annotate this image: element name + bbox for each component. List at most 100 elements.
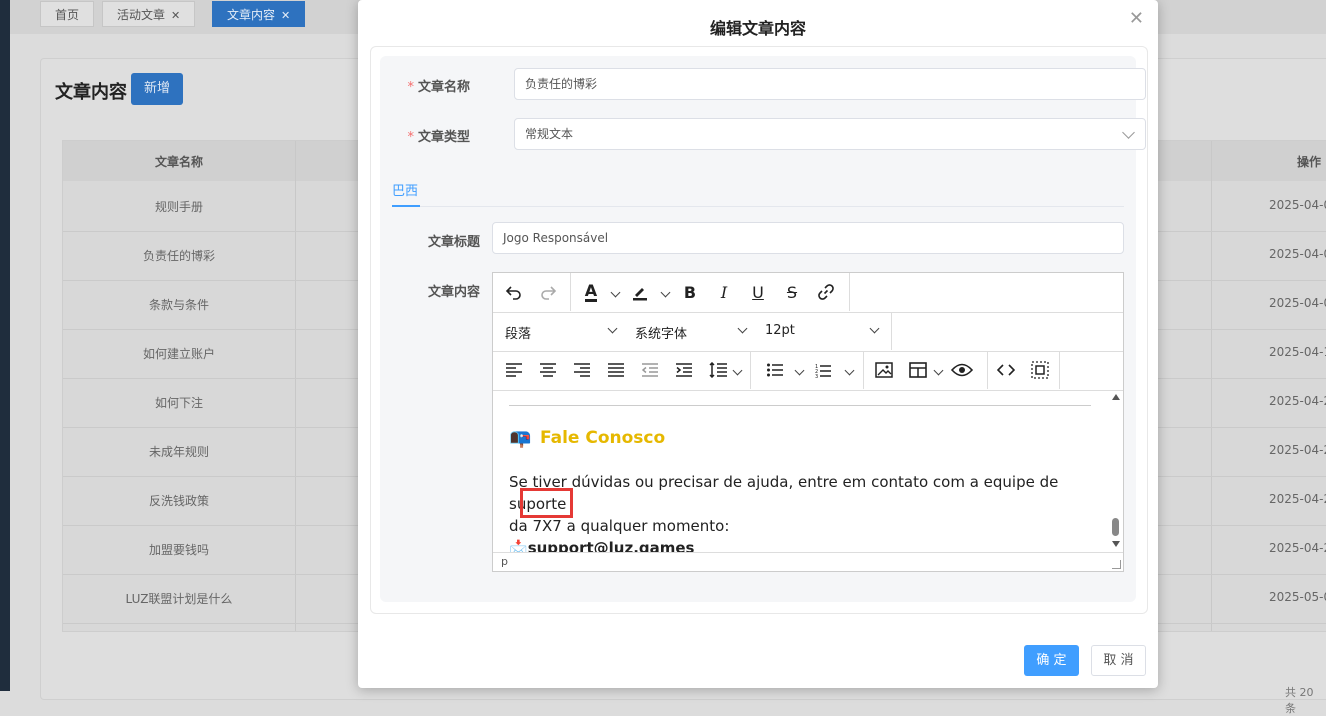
bullet-list-icon[interactable] bbox=[762, 358, 788, 382]
close-icon[interactable]: ✕ bbox=[281, 9, 290, 22]
article-name-label: * 文章名称 bbox=[380, 76, 470, 95]
horizontal-rule bbox=[509, 405, 1091, 406]
italic-icon[interactable]: I bbox=[711, 280, 737, 304]
align-justify-icon[interactable] bbox=[603, 358, 629, 382]
chevron-down-icon[interactable] bbox=[610, 287, 621, 298]
chevron-down-icon[interactable] bbox=[869, 323, 880, 334]
scroll-down-icon[interactable] bbox=[1112, 541, 1120, 547]
indent-icon[interactable] bbox=[671, 358, 697, 382]
resize-handle[interactable] bbox=[1112, 560, 1121, 569]
close-icon[interactable]: ✕ bbox=[1129, 8, 1144, 29]
font-family-select[interactable]: 系统字体 bbox=[635, 323, 687, 342]
insert-group bbox=[863, 351, 988, 389]
paragraph-line: da 7X7 a qualquer momento: bbox=[509, 517, 730, 535]
envelope-icon: 📩 bbox=[509, 539, 528, 553]
cell-name: 加盟要钱吗 bbox=[148, 543, 209, 557]
add-button[interactable]: 新增 bbox=[131, 73, 183, 105]
image-icon[interactable] bbox=[871, 358, 897, 382]
cell-name: 如何下注 bbox=[154, 396, 203, 410]
source-code-icon[interactable] bbox=[993, 358, 1019, 382]
cell-date: 2025-04-02 bbox=[1269, 247, 1326, 261]
preview-eye-icon[interactable] bbox=[949, 358, 975, 382]
chevron-down-icon[interactable] bbox=[933, 365, 944, 376]
article-title-input[interactable]: Jogo Responsável bbox=[492, 222, 1124, 254]
chevron-down-icon bbox=[1122, 126, 1135, 139]
highlight-color-icon[interactable] bbox=[627, 280, 653, 304]
cell-date: 2025-04-20 bbox=[1269, 443, 1326, 457]
support-email: support@luz.games bbox=[527, 539, 695, 553]
cancel-button[interactable]: 取 消 bbox=[1091, 645, 1146, 676]
undo-icon[interactable] bbox=[501, 280, 527, 304]
required-mark: * bbox=[407, 80, 414, 95]
line-height-icon[interactable] bbox=[705, 358, 731, 382]
tab-article-content[interactable]: 文章内容 ✕ bbox=[212, 1, 306, 27]
page-title: 文章内容 bbox=[55, 82, 127, 103]
cell-date: 2025-04-22 bbox=[1269, 541, 1326, 555]
confirm-button[interactable]: 确 定 bbox=[1024, 645, 1079, 676]
text-color-icon[interactable]: A bbox=[578, 280, 604, 304]
underline-icon[interactable]: U bbox=[745, 280, 771, 304]
strikethrough-icon[interactable]: S bbox=[779, 280, 805, 304]
editor-scrollbar[interactable] bbox=[1109, 390, 1123, 553]
font-group: 段落 系统字体 12pt bbox=[493, 312, 892, 350]
highlight-box bbox=[520, 488, 573, 518]
mailbox-icon: 📭 bbox=[509, 428, 532, 449]
tab-brazil[interactable]: 巴西 bbox=[392, 180, 418, 199]
close-icon[interactable]: ✕ bbox=[171, 9, 180, 22]
tab-label: 首页 bbox=[55, 8, 80, 22]
chevron-down-icon[interactable] bbox=[844, 365, 855, 376]
outdent-icon[interactable] bbox=[637, 358, 663, 382]
rich-text-editor: A B I U S 段落 系统字体 12pt 1 2 3 📭 Fale Cono… bbox=[492, 272, 1124, 572]
required-mark: * bbox=[407, 130, 414, 145]
redo-icon[interactable] bbox=[535, 280, 561, 304]
block-format-select[interactable]: 段落 bbox=[505, 323, 531, 342]
tab-divider bbox=[392, 206, 1124, 207]
bold-icon[interactable]: B bbox=[677, 280, 703, 304]
dialog-title: 编辑文章内容 bbox=[709, 19, 806, 38]
scroll-thumb[interactable] bbox=[1112, 518, 1119, 536]
font-size-select[interactable]: 12pt bbox=[765, 323, 795, 338]
active-tab-indicator bbox=[392, 205, 420, 207]
label-text: 文章名称 bbox=[417, 80, 470, 95]
cell-name: 未成年规则 bbox=[148, 445, 209, 459]
align-left-icon[interactable] bbox=[501, 358, 527, 382]
table-icon[interactable] bbox=[905, 358, 931, 382]
link-icon[interactable] bbox=[813, 280, 839, 304]
select-all-icon[interactable] bbox=[1027, 358, 1053, 382]
element-path[interactable]: p bbox=[501, 555, 508, 568]
pagination-total: 共 20 条 bbox=[1285, 686, 1314, 715]
chevron-down-icon[interactable] bbox=[794, 365, 805, 376]
align-right-icon[interactable] bbox=[569, 358, 595, 382]
cell-name: 负责任的博彩 bbox=[142, 249, 215, 263]
code-group bbox=[987, 351, 1060, 389]
chevron-down-icon[interactable] bbox=[732, 365, 743, 376]
cell-name: 如何建立账户 bbox=[142, 347, 215, 361]
article-name-input[interactable]: 负责任的博彩 bbox=[514, 68, 1146, 100]
scroll-up-icon[interactable] bbox=[1112, 394, 1120, 400]
cell-date: 2025-04-19 bbox=[1269, 345, 1326, 359]
tab-label: 活动文章 bbox=[117, 8, 166, 22]
chevron-down-icon[interactable] bbox=[737, 323, 748, 334]
sidebar-edge bbox=[0, 0, 10, 691]
column-header-name: 文章名称 bbox=[154, 155, 203, 169]
chevron-down-icon[interactable] bbox=[607, 323, 618, 334]
editor-content-area[interactable]: 📭 Fale Conosco Se tiver dúvidas ou preci… bbox=[493, 390, 1123, 553]
cell-name: 条款与条件 bbox=[148, 298, 209, 312]
editor-statusbar: p bbox=[493, 552, 1123, 571]
svg-text:3: 3 bbox=[815, 374, 818, 378]
cell-date: 2025-04-20 bbox=[1269, 394, 1326, 408]
article-type-select[interactable]: 常规文本 bbox=[514, 118, 1146, 150]
chevron-down-icon[interactable] bbox=[660, 287, 671, 298]
article-title-label: 文章标题 bbox=[427, 235, 480, 250]
format-group: A B I U S bbox=[570, 273, 850, 311]
align-center-icon[interactable] bbox=[535, 358, 561, 382]
tab-activity-articles[interactable]: 活动文章 ✕ bbox=[102, 1, 196, 27]
toolbar-row-2: 段落 系统字体 12pt bbox=[493, 312, 1123, 352]
tab-home[interactable]: 首页 bbox=[40, 1, 95, 27]
paragraph-line: Se tiver dúvidas ou precisar de ajuda, e… bbox=[509, 473, 1059, 513]
content-heading: Fale Conosco bbox=[540, 428, 666, 448]
numbered-list-icon[interactable]: 123 bbox=[810, 358, 836, 382]
toolbar-row-1: A B I U S bbox=[493, 273, 1123, 313]
email-line: 📩support@luz.games bbox=[509, 537, 1099, 553]
cell-name: 规则手册 bbox=[154, 200, 203, 214]
